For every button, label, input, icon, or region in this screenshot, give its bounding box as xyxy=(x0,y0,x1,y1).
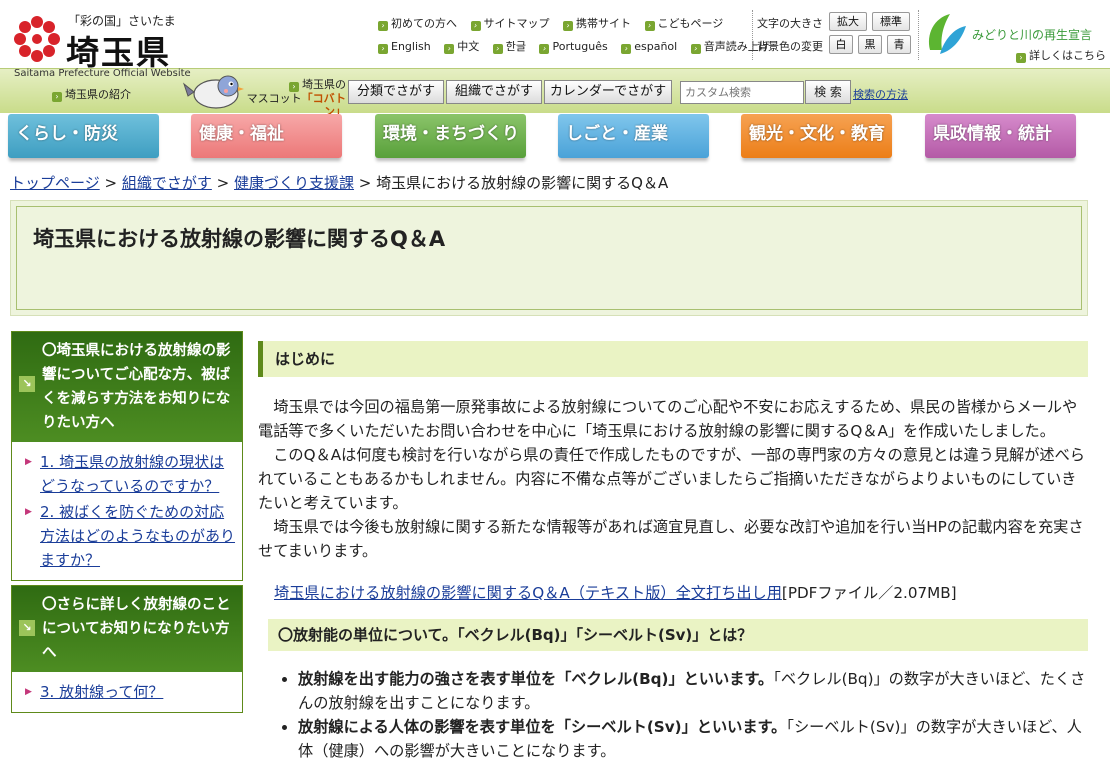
midori-leaf-icon xyxy=(928,14,966,54)
arrow-icon: › xyxy=(444,44,455,54)
breadcrumb-home-link[interactable]: トップページ xyxy=(10,174,100,192)
arrow-icon: › xyxy=(378,21,388,31)
calendar-search-button[interactable]: カレンダーでさがす xyxy=(544,80,672,104)
midori-text: みどりと川の再生宣言 xyxy=(972,28,1093,42)
breadcrumb-current: 埼玉県における放射線の影響に関するQ＆A xyxy=(376,174,669,192)
sidebar-item[interactable]: ▶ 1. 埼玉県の放射線の現状はどうなっているのですか？ xyxy=(24,450,236,498)
font-standard-button[interactable]: 標準 xyxy=(872,12,910,31)
arrow-icon: › xyxy=(539,44,550,54)
pdf-info: [PDFファイル／2.07MB] xyxy=(781,584,957,602)
korean-link[interactable]: › 한글 xyxy=(492,40,526,54)
section-heading: はじめに xyxy=(258,341,1088,377)
search-input[interactable] xyxy=(680,81,804,104)
bg-white-button[interactable]: 白 xyxy=(829,35,853,54)
nav-tab-work[interactable]: しごと・産業 xyxy=(558,114,709,158)
sidebar-heading: ↘ 〇埼玉県における放射線の影響についてご心配な方、被ばくを減らす方法をお知りに… xyxy=(12,332,242,442)
sidebar-box-details: ↘ 〇さらに詳しく放射線のことについてお知りになりたい方へ ▶ 3. 放射線って何… xyxy=(11,585,243,713)
kids-page-link[interactable]: › こどもページ xyxy=(644,17,723,31)
arrow-icon: › xyxy=(492,44,503,54)
site-header: 「彩の国」さいたま 埼玉県 Saitama Prefecture Officia… xyxy=(0,0,1110,118)
midori-banner[interactable]: みどりと川の再生宣言 › 詳しくはこちら xyxy=(924,10,1106,63)
breadcrumb: トップページ > 組織でさがす > 健康づくり支援課 > 埼玉県における放射線の… xyxy=(10,174,669,192)
site-logo[interactable]: 「彩の国」さいたま 埼玉県 Saitama Prefecture Officia… xyxy=(10,12,191,82)
arrow-icon: › xyxy=(470,21,481,31)
arrow-icon: ↘ xyxy=(19,620,35,636)
divider xyxy=(752,10,753,60)
answer-list: 放射線を出す能力の強さを表す単位を「ベクレル(Bq)」といいます。「ベクレル(B… xyxy=(298,667,1088,763)
logo-english: Saitama Prefecture Official Website xyxy=(14,68,191,79)
portuguese-link[interactable]: › Português xyxy=(539,40,608,54)
logo-name: 埼玉県 xyxy=(66,33,171,72)
nav-tab-government[interactable]: 県政情報・統計 xyxy=(925,114,1076,158)
sidebar-item[interactable]: ▶ 2. 被ばくを防ぐための対応方法はどのようなものがありますか？ xyxy=(24,500,236,572)
utility-links-row1: › 初めての方へ › サイトマップ › 携帯サイト › こどもページ xyxy=(378,15,733,31)
arrow-icon: › xyxy=(52,92,62,102)
org-search-button[interactable]: 組織でさがす xyxy=(446,80,542,104)
arrow-icon: › xyxy=(644,21,655,31)
divider xyxy=(918,10,919,60)
nav-tab-health[interactable]: 健康・福祉 xyxy=(191,114,342,158)
utility-links-row2: › English › 中文 › 한글 › Português › español › 音声… xyxy=(378,38,780,54)
kobaton-mascot-icon xyxy=(182,75,244,109)
triangle-icon: ▶ xyxy=(25,507,32,517)
list-item: 放射線による人体の影響を表す単位を「シーベルト(Sv)」といいます。「シーベルト… xyxy=(298,715,1088,763)
page-title: 埼玉県における放射線の影響に関するQ＆A xyxy=(33,227,446,251)
triangle-icon: ▶ xyxy=(25,687,32,697)
question-heading: 〇放射能の単位について。「ベクレル(Bq)」「シーベルト(Sv)」とは？ xyxy=(268,619,1088,651)
mascot-label[interactable]: › 埼玉県の マスコット「コバトン」 xyxy=(240,78,346,118)
arrow-icon: ↘ xyxy=(19,376,35,392)
bg-black-button[interactable]: 黒 xyxy=(858,35,882,54)
arrow-icon: › xyxy=(690,44,701,54)
title-box: 埼玉県における放射線の影響に関するQ＆A xyxy=(10,200,1088,316)
font-enlarge-button[interactable]: 拡大 xyxy=(829,12,867,31)
search-submit-button[interactable]: 検 索 xyxy=(805,80,851,104)
arrow-icon: › xyxy=(563,21,573,31)
font-size-label: 文字の大きさ xyxy=(757,17,823,30)
arrow-icon: › xyxy=(289,82,299,92)
pdf-download: 埼玉県における放射線の影響に関するQ＆A（テキスト版）全文打ち出し用[PDFファ… xyxy=(258,581,1088,603)
chinese-link[interactable]: › 中文 xyxy=(444,40,479,54)
prefecture-intro-link[interactable]: › 埼玉県の紹介 xyxy=(52,86,131,102)
category-search-button[interactable]: 分類でさがす xyxy=(348,80,444,104)
intro-text: 埼玉県では今回の福島第一原発事故による放射線についてのご心配や不安にお応えするた… xyxy=(258,398,1085,560)
nav-tab-environment[interactable]: 環境・まちづくり xyxy=(375,114,526,158)
mobile-site-link[interactable]: › 携帯サイト xyxy=(563,17,631,31)
english-link[interactable]: › English xyxy=(378,40,431,54)
main-content: はじめに 埼玉県では今回の福島第一原発事故による放射線についてのご心配や不安にお… xyxy=(258,341,1088,763)
search-help-link[interactable]: 検索の方法 xyxy=(853,86,908,102)
arrow-icon: › xyxy=(378,44,388,54)
breadcrumb-org-link[interactable]: 組織でさがす xyxy=(122,174,212,192)
arrow-icon: › xyxy=(1016,53,1026,63)
pdf-link[interactable]: 埼玉県における放射線の影響に関するQ＆A（テキスト版）全文打ち出し用 xyxy=(274,584,782,602)
global-nav: くらし・防災 健康・福祉 環境・まちづくり しごと・産業 観光・文化・教育 県政… xyxy=(0,113,1110,165)
midori-details-link[interactable]: › 詳しくはこちら xyxy=(1016,47,1106,63)
breadcrumb-dept-link[interactable]: 健康づくり支援課 xyxy=(234,174,354,192)
sidebar-box-concern: ↘ 〇埼玉県における放射線の影響についてご心配な方、被ばくを減らす方法をお知りに… xyxy=(11,331,243,581)
nav-tab-culture[interactable]: 観光・文化・教育 xyxy=(741,114,892,158)
arrow-icon: › xyxy=(621,44,632,54)
bg-color-label: 背景色の変更 xyxy=(757,40,823,53)
bg-blue-button[interactable]: 青 xyxy=(887,35,911,54)
first-visit-link[interactable]: › 初めての方へ xyxy=(378,17,457,31)
triangle-icon: ▶ xyxy=(25,457,32,467)
nav-tab-living[interactable]: くらし・防災 xyxy=(8,114,159,158)
saitama-emblem-icon xyxy=(14,16,60,62)
spanish-link[interactable]: › español xyxy=(621,40,677,54)
sidebar-heading: ↘ 〇さらに詳しく放射線のことについてお知りになりたい方へ xyxy=(12,586,242,672)
sidebar-item[interactable]: ▶ 3. 放射線って何？ xyxy=(24,680,236,704)
sitemap-link[interactable]: › サイトマップ xyxy=(470,17,550,31)
list-item: 放射線を出す能力の強さを表す単位を「ベクレル(Bq)」といいます。「ベクレル(B… xyxy=(298,667,1088,715)
